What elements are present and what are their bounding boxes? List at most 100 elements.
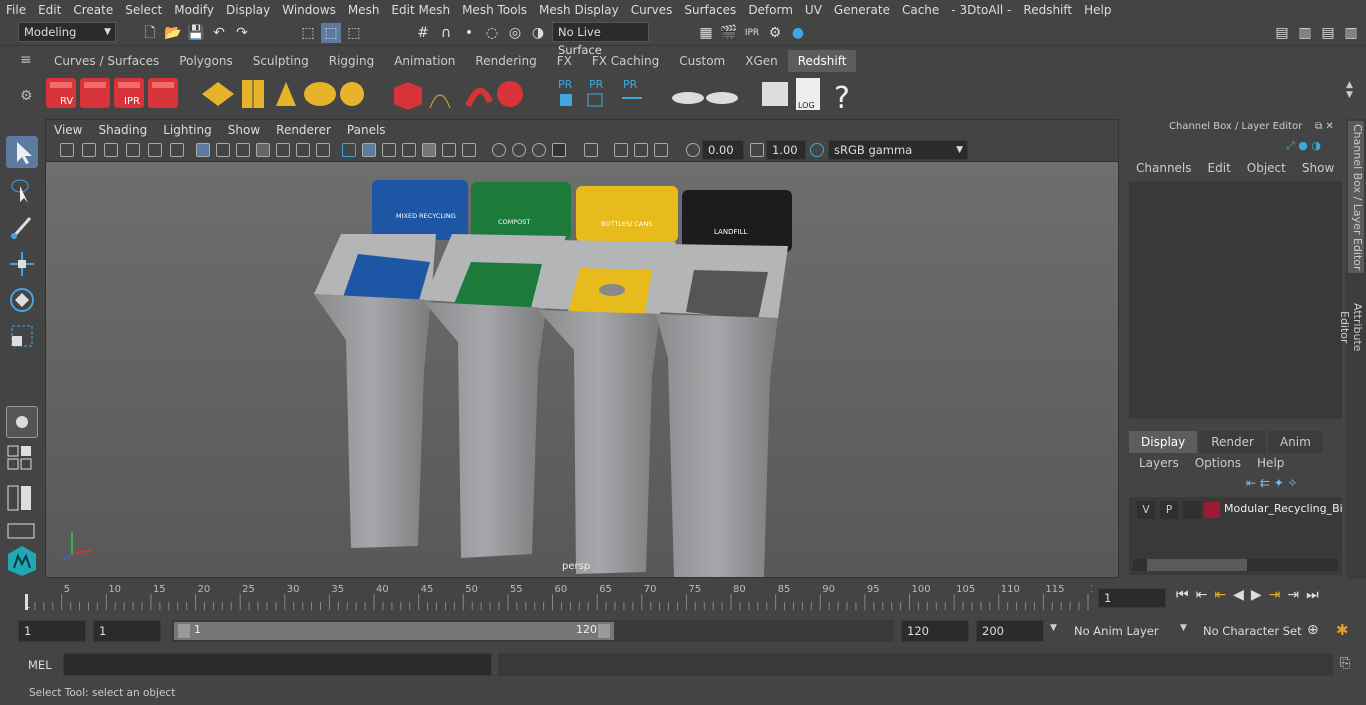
character-set-dropdown[interactable]: No Character Set xyxy=(1203,624,1302,638)
grease-pencil-icon[interactable] xyxy=(170,143,184,157)
hypershade-icon[interactable]: ● xyxy=(788,23,808,43)
viewport-canvas[interactable]: MIXED RECYCLING COMPOST BOTTLES/ CANS LA… xyxy=(46,162,1118,577)
playback-start-field[interactable]: 1 xyxy=(93,620,161,642)
xray-components-icon[interactable] xyxy=(654,143,668,157)
play-backwards-icon[interactable]: ◀ xyxy=(1233,587,1244,603)
range-slider[interactable]: 1 120 xyxy=(172,620,894,642)
wireframe-icon[interactable] xyxy=(342,143,356,157)
step-forward-key-icon[interactable]: ⇥ xyxy=(1269,587,1281,603)
viewport-menu-view[interactable]: View xyxy=(46,123,90,137)
safe-title-icon[interactable] xyxy=(316,143,330,157)
paint-select-icon[interactable] xyxy=(6,210,38,242)
shelf-tab-curves-surfaces[interactable]: Curves / Surfaces xyxy=(44,50,169,72)
depth-of-field-icon[interactable] xyxy=(552,143,566,157)
menu-select[interactable]: Select xyxy=(119,3,168,17)
snap-grid-icon[interactable]: # xyxy=(413,23,433,43)
viewport-menu-panels[interactable]: Panels xyxy=(339,123,394,137)
channel-menu-edit[interactable]: Edit xyxy=(1208,161,1239,175)
menu-generate[interactable]: Generate xyxy=(828,3,896,17)
mel-input[interactable] xyxy=(63,653,492,676)
ipr-render-icon[interactable]: IPR xyxy=(742,23,762,43)
select-component-icon[interactable]: ⬚ xyxy=(344,23,364,43)
film-gate-icon[interactable] xyxy=(216,143,230,157)
lights-icon[interactable] xyxy=(442,143,456,157)
menu-deform[interactable]: Deform xyxy=(742,3,799,17)
shelf-settings-icon[interactable]: ⚙ xyxy=(20,88,38,106)
ambient-occlusion-icon[interactable] xyxy=(492,143,506,157)
snap-together-icon[interactable] xyxy=(6,406,38,438)
shelf-tab-xgen[interactable]: XGen xyxy=(735,50,788,72)
menu-help[interactable]: Help xyxy=(1078,3,1117,17)
motion-blur-icon[interactable] xyxy=(512,143,526,157)
menu-create[interactable]: Create xyxy=(67,3,119,17)
snap-view-icon[interactable]: ◎ xyxy=(505,23,525,43)
menu-edit-mesh[interactable]: Edit Mesh xyxy=(385,3,456,17)
menu-edit[interactable]: Edit xyxy=(32,3,67,17)
anim-layer-dropdown[interactable]: No Anim Layer xyxy=(1074,624,1159,638)
chevron-down-icon[interactable]: ▼ xyxy=(1050,623,1057,633)
scale-tool-icon[interactable] xyxy=(6,320,38,352)
range-min-grip[interactable] xyxy=(178,624,190,638)
shelf-tab-rigging[interactable]: Rigging xyxy=(319,50,384,72)
default-material-icon[interactable] xyxy=(402,143,416,157)
step-forward-frame-icon[interactable]: ⇥ xyxy=(1287,587,1299,603)
exposure-field[interactable]: 0.00 xyxy=(702,140,744,160)
layer-menu-options[interactable]: Options xyxy=(1195,456,1241,470)
menu-modify[interactable]: Modify xyxy=(168,3,220,17)
go-to-start-icon[interactable]: ⏮ xyxy=(1176,587,1189,603)
tab-anim[interactable]: Anim xyxy=(1267,431,1323,453)
current-frame-field[interactable]: 1 xyxy=(1098,588,1166,608)
tab-attribute-editor[interactable]: Attribute Editor xyxy=(1338,285,1364,369)
mel-label[interactable]: MEL xyxy=(28,658,52,672)
layer-visibility-toggle[interactable]: V xyxy=(1137,501,1155,519)
auto-key-icon[interactable]: ⊕ xyxy=(1307,622,1319,638)
antialiasing-icon[interactable] xyxy=(532,143,546,157)
tab-render[interactable]: Render xyxy=(1199,431,1266,453)
go-to-end-icon[interactable]: ⏭ xyxy=(1306,587,1319,603)
xray-joints-icon[interactable] xyxy=(634,143,648,157)
safe-action-icon[interactable] xyxy=(296,143,310,157)
view-transform-dropdown[interactable]: sRGB gamma ▼ xyxy=(828,140,968,160)
shelf-tab-redshift[interactable]: Redshift xyxy=(787,50,857,72)
new-scene-icon[interactable]: 🗋 xyxy=(140,23,160,43)
channel-menu-channels[interactable]: Channels xyxy=(1136,161,1200,175)
gamma-field[interactable]: 1.00 xyxy=(766,140,806,160)
save-scene-icon[interactable]: 💾 xyxy=(186,23,206,43)
float-panel-icon[interactable]: ⧉ ✕ xyxy=(1315,121,1334,132)
channel-box-tools-icon[interactable]: ⤢ ● ◑ xyxy=(1286,139,1321,153)
layer-color-swatch[interactable] xyxy=(1204,502,1220,518)
four-view-layout-icon[interactable] xyxy=(6,444,38,476)
script-editor-icon[interactable]: ⎘ xyxy=(1340,656,1350,671)
layer-name[interactable]: Modular_Recycling_Bin xyxy=(1224,502,1342,515)
isolate-select-icon[interactable] xyxy=(584,143,598,157)
workspace-icon[interactable]: ▤ xyxy=(1272,23,1292,43)
resolution-gate-icon[interactable] xyxy=(236,143,250,157)
channel-list[interactable] xyxy=(1129,181,1342,419)
layer-display-type[interactable] xyxy=(1183,501,1201,519)
exposure-icon[interactable] xyxy=(686,143,700,157)
undo-icon[interactable]: ↶ xyxy=(209,23,229,43)
bookmark-icon[interactable] xyxy=(104,143,118,157)
step-back-frame-icon[interactable]: ⇤ xyxy=(1196,587,1208,603)
layer-menu-help[interactable]: Help xyxy=(1257,456,1284,470)
shelf-tab-rendering[interactable]: Rendering xyxy=(465,50,546,72)
tab-display[interactable]: Display xyxy=(1129,431,1198,453)
time-slider[interactable]: 5 10 15 20 25 30 35 40 45 50 55 60 65 70 75 80 85 90 95 100… xyxy=(18,580,1103,612)
grid-icon[interactable] xyxy=(196,143,210,157)
viewport-menu-shading[interactable]: Shading xyxy=(90,123,155,137)
open-scene-icon[interactable]: 📂 xyxy=(163,23,183,43)
2d-pan-icon[interactable] xyxy=(148,143,162,157)
field-chart-icon[interactable] xyxy=(276,143,290,157)
scene-start-field[interactable]: 1 xyxy=(18,620,86,642)
toggle-sidebar-icon[interactable]: ▥ xyxy=(1341,23,1361,43)
viewport-menu-show[interactable]: Show xyxy=(220,123,268,137)
layer-playback-toggle[interactable]: P xyxy=(1160,501,1178,519)
render-settings-icon[interactable]: ⚙ xyxy=(765,23,785,43)
menu-mesh-tools[interactable]: Mesh Tools xyxy=(456,3,533,17)
shelf-tab-fx-caching[interactable]: FX Caching xyxy=(582,50,669,72)
shelf-tab-polygons[interactable]: Polygons xyxy=(169,50,242,72)
layout-icon[interactable]: ▥ xyxy=(1295,23,1315,43)
menu-cache[interactable]: Cache xyxy=(896,3,945,17)
toggle-panel-icon[interactable]: ▤ xyxy=(1318,23,1338,43)
layer-menu-layers[interactable]: Layers xyxy=(1139,456,1179,470)
